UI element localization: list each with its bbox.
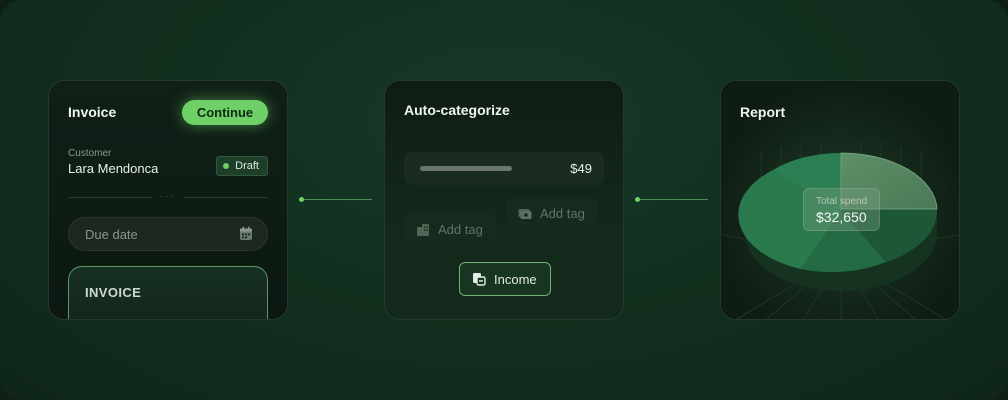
status-badge-label: Draft	[235, 160, 259, 172]
status-badge: Draft	[216, 156, 268, 176]
invoice-card-title: Invoice	[68, 104, 117, 120]
building-icon	[417, 223, 429, 236]
auto-categorize-card: Auto-categorize $49 Add tag Add tag Inco…	[384, 80, 624, 320]
income-icon	[473, 273, 486, 286]
connector-arrow	[299, 197, 372, 202]
invoice-preview[interactable]: INVOICE	[68, 266, 268, 319]
transaction-amount: $49	[570, 161, 592, 176]
add-tag-chip[interactable]: Add tag	[506, 197, 598, 230]
transaction-placeholder-bar	[420, 166, 512, 171]
due-date-placeholder: Due date	[85, 227, 138, 242]
continue-button[interactable]: Continue	[182, 100, 268, 125]
add-tag-label: Add tag	[438, 222, 483, 237]
income-label: Income	[494, 271, 537, 287]
status-dot-icon	[223, 163, 230, 169]
total-spend-value: $32,650	[816, 209, 867, 225]
divider-dots-icon: ···	[160, 191, 176, 202]
report-card: Report Total spend $32,650	[720, 80, 960, 320]
report-card-title: Report	[740, 104, 786, 120]
income-category-button[interactable]: Income	[459, 262, 551, 296]
auto-categorize-card-title: Auto-categorize	[404, 102, 510, 118]
cash-icon	[518, 208, 532, 219]
invoice-preview-label: INVOICE	[85, 285, 142, 300]
connector-dot-icon	[635, 197, 640, 202]
calendar-icon[interactable]	[239, 226, 253, 241]
transaction-row[interactable]: $49	[404, 152, 604, 185]
connector-dot-icon	[299, 197, 304, 202]
invoice-card: Invoice Continue Customer Lara Mendonca …	[48, 80, 288, 320]
workflow-canvas: Invoice Continue Customer Lara Mendonca …	[0, 0, 1008, 400]
total-spend-badge: Total spend $32,650	[803, 188, 880, 231]
customer-label: Customer	[68, 148, 112, 159]
customer-name: Lara Mendonca	[68, 161, 159, 176]
add-tag-label: Add tag	[540, 206, 585, 221]
total-spend-label: Total spend	[816, 196, 868, 207]
connector-arrow	[635, 197, 708, 202]
due-date-field[interactable]: Due date	[68, 217, 268, 251]
add-tag-chip[interactable]: Add tag	[404, 213, 496, 246]
